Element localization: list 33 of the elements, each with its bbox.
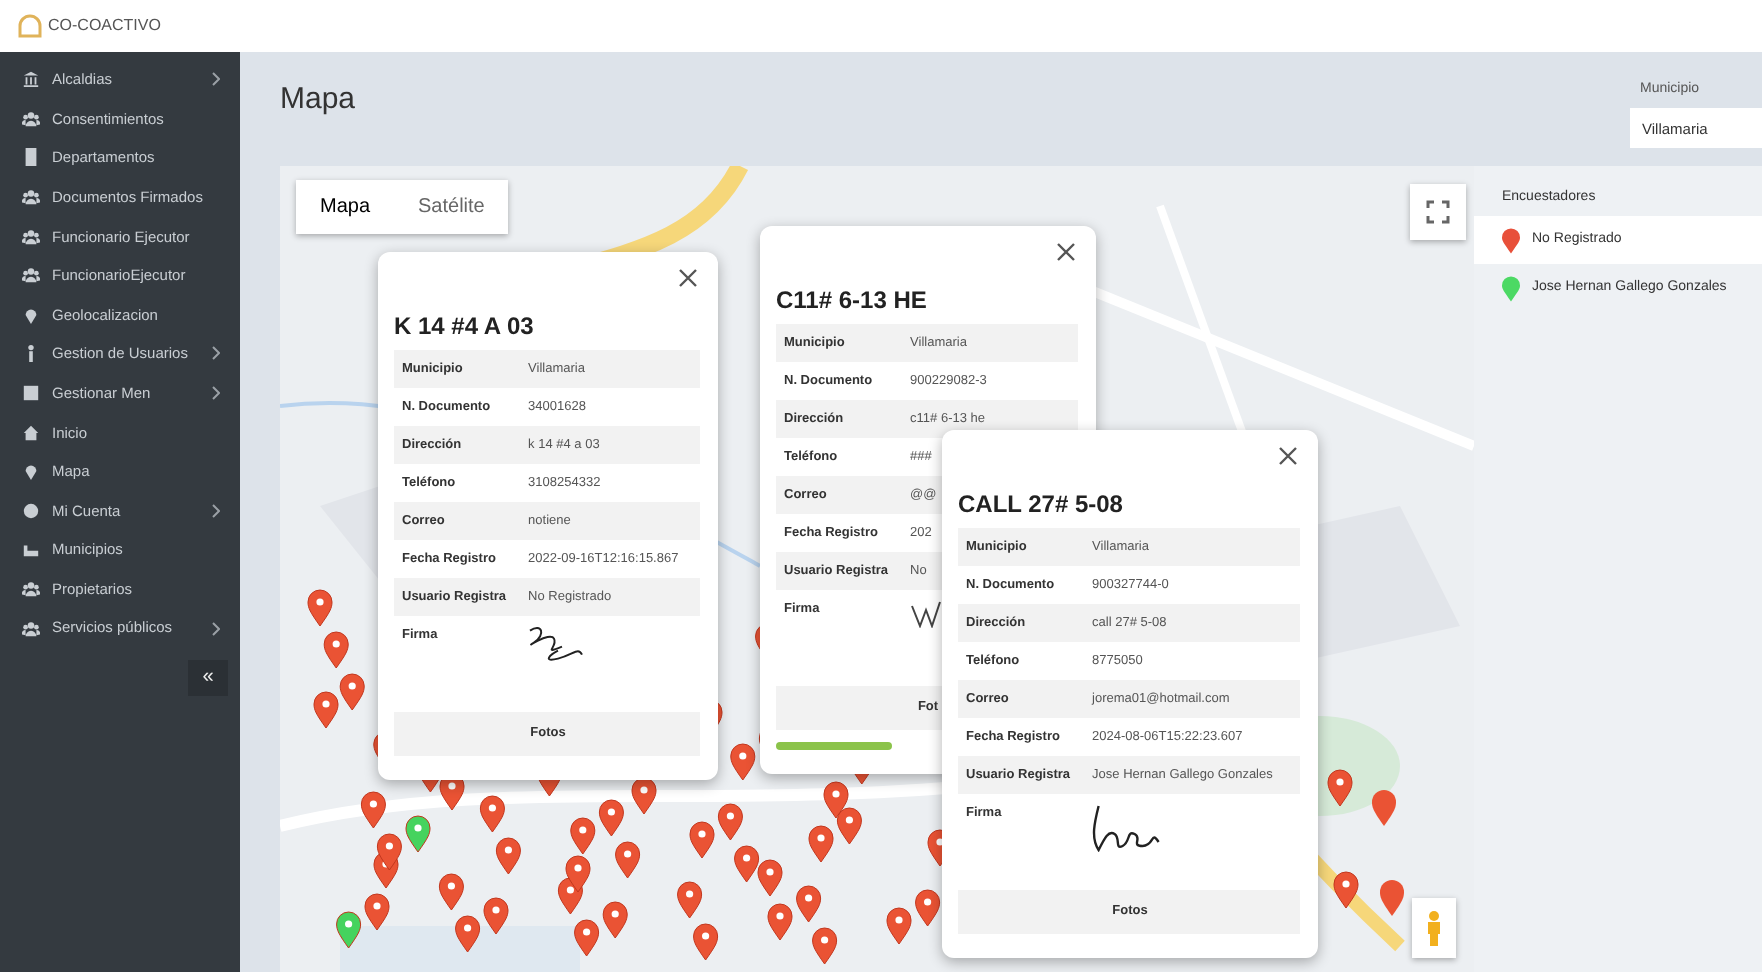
bank-icon (22, 70, 40, 89)
users-icon (22, 580, 40, 599)
building-icon (22, 148, 40, 167)
users-icon (22, 227, 40, 246)
signature-drawing (910, 600, 943, 628)
map-type-tab[interactable]: Mapa (296, 180, 395, 234)
chart-icon (22, 540, 40, 559)
users-icon (22, 619, 40, 638)
users-icon (22, 109, 40, 128)
map-type-tab[interactable]: Satélite (394, 180, 509, 234)
fullscreen-icon (1426, 200, 1450, 224)
fullscreen-button[interactable] (1410, 184, 1466, 240)
users-icon (22, 188, 40, 207)
pin-icon (22, 305, 40, 324)
page-title: Mapa (280, 80, 356, 120)
signature-drawing (1092, 804, 1161, 852)
users-icon (22, 266, 40, 285)
signature-drawing (528, 626, 585, 662)
person-icon (22, 344, 40, 363)
collapse-button[interactable]: « (188, 659, 228, 696)
popup-title: C11# 6-13 HE (776, 284, 929, 318)
close-button[interactable] (1278, 446, 1302, 470)
popup-title: CALL 27# 5-08 (958, 488, 1125, 522)
popup-title: K 14 #4 A 03 (394, 310, 536, 344)
person-icon (1424, 910, 1444, 946)
home-icon (22, 423, 40, 442)
scroll-bar-thumb (776, 742, 892, 750)
logo-icon (16, 14, 44, 38)
close-button[interactable] (1056, 242, 1080, 266)
logo-text: CO-COACTIVO (48, 14, 161, 38)
pin-icon (22, 462, 40, 481)
circle-icon (22, 501, 40, 520)
close-button[interactable] (678, 268, 702, 292)
